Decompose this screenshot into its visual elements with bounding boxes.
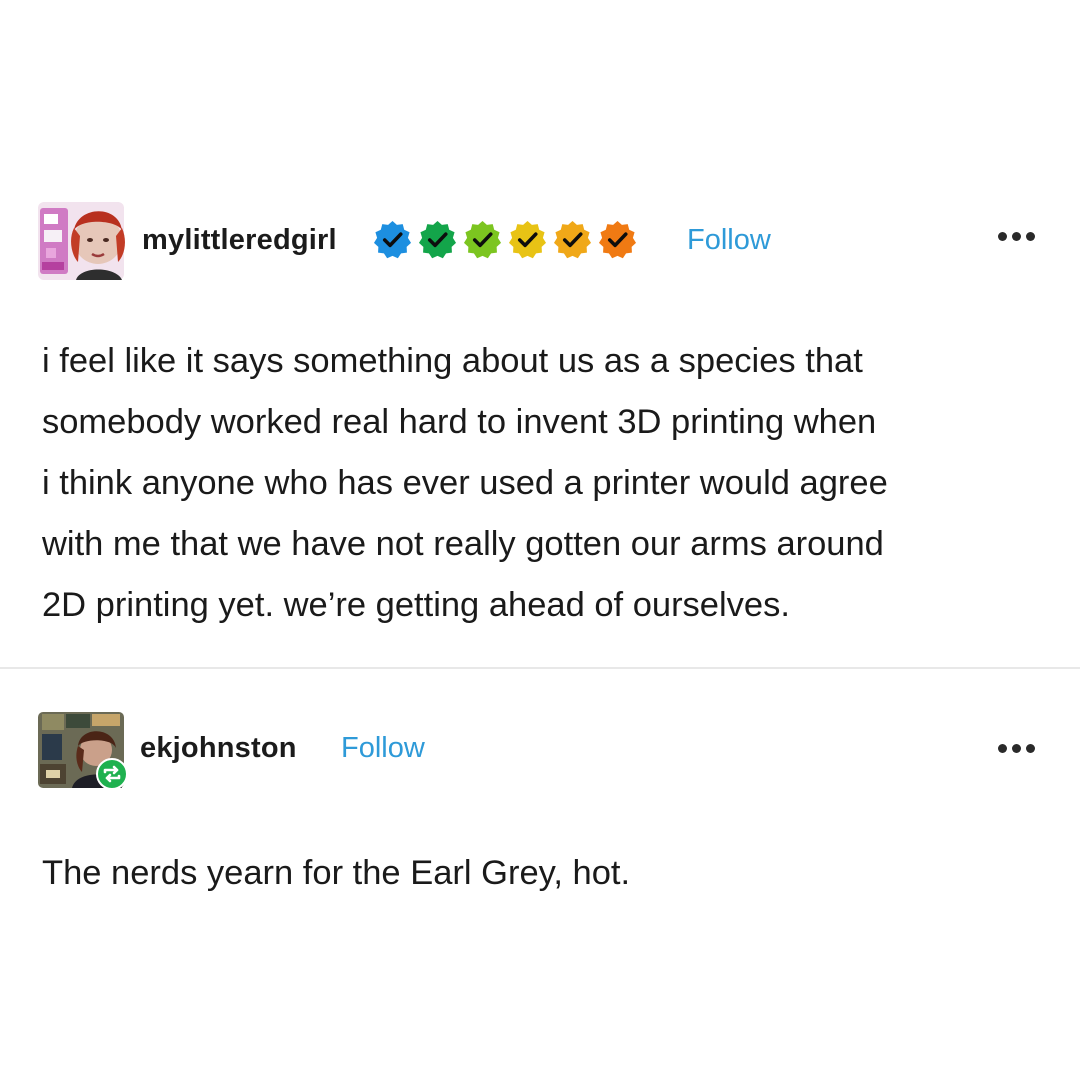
post-ekjohnston: ekjohnston Follow The nerds yearn for th… bbox=[0, 698, 1080, 892]
badge-group bbox=[373, 220, 637, 259]
post-body: i feel like it says something about us a… bbox=[42, 342, 888, 624]
dot bbox=[1026, 744, 1035, 753]
post-header: mylittleredgirl Follow bbox=[0, 196, 1080, 286]
verified-badge-icon[interactable] bbox=[553, 220, 592, 259]
verified-badge-icon[interactable] bbox=[418, 220, 457, 259]
verified-badge-icon[interactable] bbox=[598, 220, 637, 259]
dot bbox=[998, 232, 1007, 241]
dot bbox=[1026, 232, 1035, 241]
dot bbox=[1012, 744, 1021, 753]
username[interactable]: mylittleredgirl bbox=[142, 224, 337, 257]
more-options-icon[interactable] bbox=[998, 744, 1035, 753]
avatar[interactable] bbox=[38, 196, 126, 284]
more-options-icon[interactable] bbox=[998, 232, 1035, 241]
follow-button[interactable]: Follow bbox=[687, 224, 771, 257]
post-body: The nerds yearn for the Earl Grey, hot. bbox=[42, 854, 631, 892]
verified-badge-icon[interactable] bbox=[373, 220, 412, 259]
follow-button[interactable]: Follow bbox=[341, 732, 425, 765]
verified-badge-icon[interactable] bbox=[508, 220, 547, 259]
post-header: ekjohnston Follow bbox=[0, 698, 1080, 790]
dot bbox=[998, 744, 1007, 753]
post-mylittleredgirl: mylittleredgirl Follow i feel like it sa… bbox=[0, 196, 1080, 624]
post-divider bbox=[0, 667, 1080, 669]
username[interactable]: ekjohnston bbox=[140, 732, 297, 765]
verified-badge-icon[interactable] bbox=[463, 220, 502, 259]
reblog-icon bbox=[96, 758, 128, 790]
dot bbox=[1012, 232, 1021, 241]
